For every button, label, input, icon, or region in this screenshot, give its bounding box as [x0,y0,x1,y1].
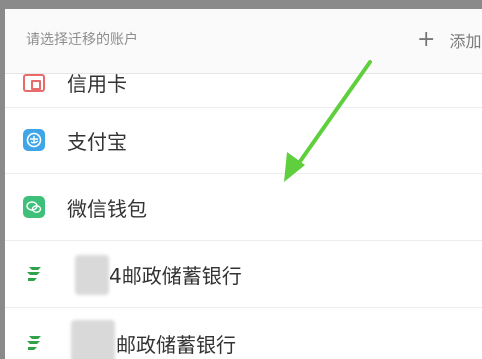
masked-account-number [71,320,115,359]
masked-account-number [75,255,109,295]
postal-bank-label-2: 邮政储蓄银行 [116,333,236,357]
list-item-postal-bank-1[interactable]: 4邮政储蓄银行 [5,241,482,308]
list-item-credit-card[interactable]: 信用卡 [5,41,482,108]
alipay-icon [23,129,45,151]
credit-card-icon [23,74,45,92]
list-item-wechat-wallet[interactable]: 微信钱包 [5,174,482,241]
list-item-alipay[interactable]: 支付宝 [5,107,482,174]
postal-bank-icon [23,332,45,354]
postal-bank-label-1: 4邮政储蓄银行 [109,264,242,288]
list-item-postal-bank-2[interactable]: 邮政储蓄银行 [5,308,482,359]
alipay-label: 支付宝 [67,130,127,154]
account-migration-panel: 请选择迁移的账户 + 添加 信用卡 支付宝 微信钱包 4邮政储蓄银行 邮政储蓄银… [5,9,482,359]
postal-bank-icon [23,263,45,285]
credit-card-label: 信用卡 [67,72,127,96]
wechat-wallet-label: 微信钱包 [67,197,147,221]
wechat-wallet-icon [23,196,45,218]
